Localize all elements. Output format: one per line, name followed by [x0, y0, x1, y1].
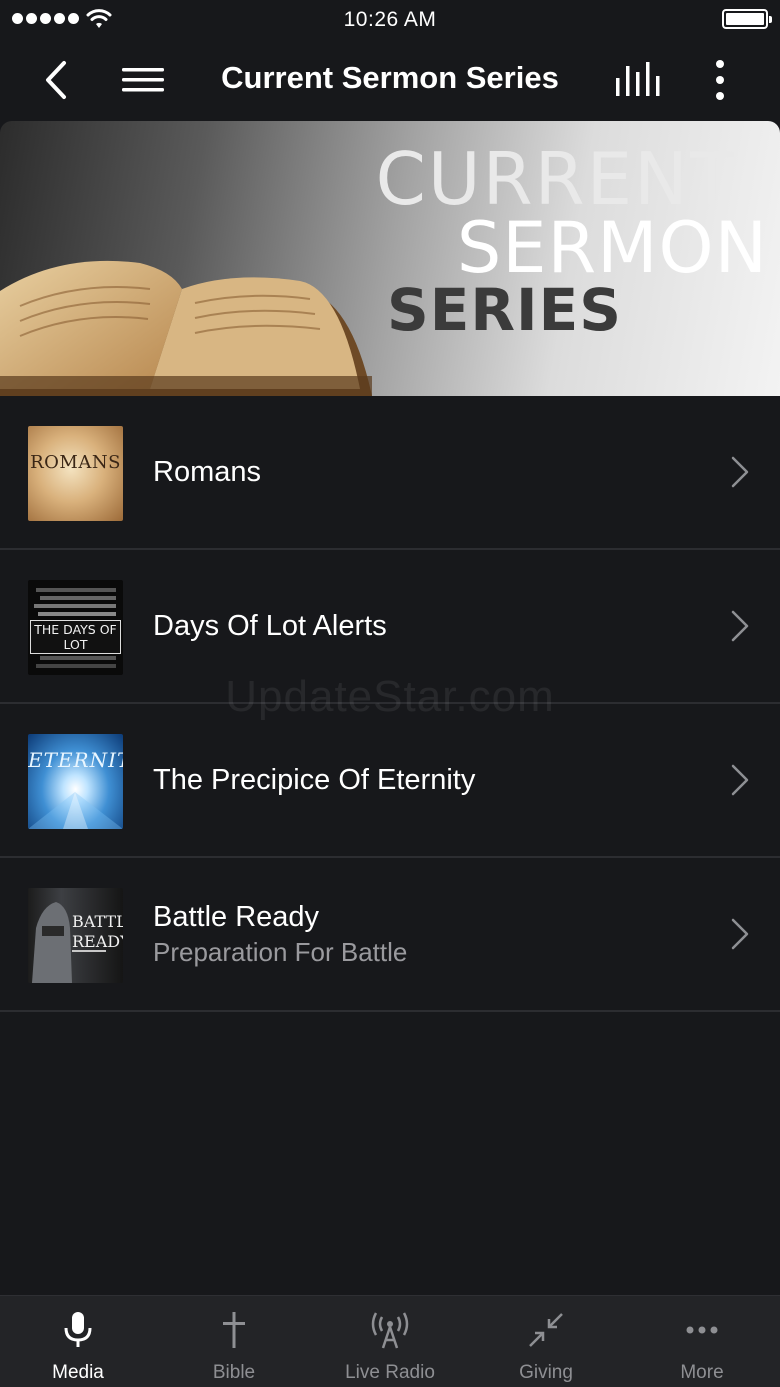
- ellipsis-icon: [686, 1326, 718, 1334]
- banner-line-3: SERIES: [386, 276, 622, 344]
- series-title: Romans: [153, 456, 261, 488]
- wifi-icon: [86, 9, 112, 28]
- series-title: The Precipice Of Eternity: [153, 764, 476, 796]
- navigation-bar: Current Sermon Series: [0, 40, 780, 120]
- series-item-romans[interactable]: ROMANS Romans: [0, 396, 780, 550]
- chevron-right-icon: [731, 918, 749, 950]
- series-title: Battle Ready: [153, 901, 320, 933]
- cross-icon: [223, 1312, 245, 1348]
- chevron-right-icon: [731, 610, 749, 642]
- chevron-right-icon: [731, 764, 749, 796]
- series-thumbnail: ETERNITY: [28, 734, 123, 829]
- status-time: 10:26 AM: [343, 8, 437, 31]
- watermark: UpdateStar.com: [225, 672, 555, 721]
- tab-bible[interactable]: Bible: [156, 1296, 312, 1387]
- vertical-more-icon[interactable]: [706, 58, 734, 102]
- tab-giving[interactable]: Giving: [468, 1296, 624, 1387]
- series-thumbnail: BATTLE READY: [28, 888, 123, 983]
- now-playing-equalizer-icon[interactable]: [612, 60, 662, 100]
- banner-line-2: SERMON: [456, 207, 768, 289]
- microphone-icon: [64, 1312, 92, 1347]
- battery-icon: [722, 9, 772, 29]
- radio-tower-icon: [371, 1312, 409, 1349]
- series-banner-image: CURRENT SERMON SERIES: [0, 121, 780, 396]
- series-subtitle: Preparation For Battle: [153, 937, 408, 967]
- chevron-right-icon: [731, 456, 749, 488]
- banner-line-1: CURRENT: [375, 137, 736, 221]
- tab-live-radio[interactable]: Live Radio: [312, 1296, 468, 1387]
- compress-arrows-icon: [529, 1313, 563, 1347]
- series-thumbnail: ROMANS: [28, 426, 123, 521]
- series-item-battle-ready[interactable]: BATTLE READY Battle Ready Preparation Fo…: [0, 858, 780, 1012]
- series-title: Days Of Lot Alerts: [153, 610, 387, 642]
- tab-media[interactable]: Media: [0, 1296, 156, 1387]
- tab-more[interactable]: More: [624, 1296, 780, 1387]
- status-bar: 10:26 AM: [0, 0, 780, 40]
- series-thumbnail: THE DAYS OF LOT: [28, 580, 123, 675]
- series-item-precipice-of-eternity[interactable]: ETERNITY The Precipice Of Eternity: [0, 704, 780, 858]
- open-book-illustration: [0, 260, 372, 396]
- bottom-tab-bar: Media Bible Live Radio Giving More: [0, 1295, 780, 1387]
- signal-strength-icon: [12, 13, 79, 24]
- page-title: Current Sermon Series: [221, 60, 559, 95]
